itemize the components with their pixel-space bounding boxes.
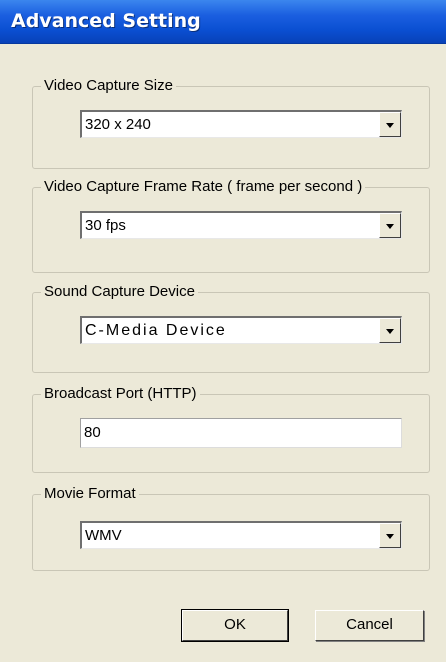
video-capture-size-select[interactable]: 320 x 240 — [80, 110, 402, 138]
sound-capture-device-dropdown-button[interactable] — [379, 318, 401, 343]
frame-rate-dropdown-button[interactable] — [379, 213, 401, 238]
movie-format-value: WMV — [85, 527, 122, 544]
video-capture-size-value: 320 x 240 — [85, 116, 151, 133]
movie-format-select[interactable]: WMV — [80, 521, 402, 549]
broadcast-port-group: Broadcast Port (HTTP) 80 — [32, 384, 430, 473]
cancel-button[interactable]: Cancel — [315, 610, 424, 641]
sound-capture-device-select[interactable]: C-Media Device — [80, 316, 402, 344]
frame-rate-group: Video Capture Frame Rate ( frame per sec… — [32, 177, 430, 273]
broadcast-port-value: 80 — [84, 424, 101, 441]
frame-rate-select[interactable]: 30 fps — [80, 211, 402, 239]
video-capture-size-dropdown-button[interactable] — [379, 112, 401, 137]
frame-rate-value: 30 fps — [85, 217, 126, 234]
ok-button[interactable]: OK — [181, 609, 289, 642]
movie-format-dropdown-button[interactable] — [379, 523, 401, 548]
chevron-down-icon — [386, 534, 394, 539]
title-bar[interactable]: Advanced Setting — [0, 0, 446, 44]
video-capture-size-group: Video Capture Size 320 x 240 — [32, 76, 430, 169]
chevron-down-icon — [386, 123, 394, 128]
window-title: Advanced Setting — [11, 10, 201, 32]
sound-capture-device-value: C-Media Device — [85, 322, 227, 339]
chevron-down-icon — [386, 224, 394, 229]
frame-rate-label: Video Capture Frame Rate ( frame per sec… — [41, 177, 366, 197]
sound-capture-device-group: Sound Capture Device C-Media Device — [32, 282, 430, 373]
chevron-down-icon — [386, 329, 394, 334]
movie-format-group: Movie Format WMV — [32, 484, 430, 571]
movie-format-label: Movie Format — [41, 484, 139, 504]
sound-capture-device-label: Sound Capture Device — [41, 282, 198, 302]
broadcast-port-input[interactable]: 80 — [80, 418, 402, 448]
advanced-setting-dialog: Advanced Setting Video Capture Size 320 … — [0, 0, 446, 662]
broadcast-port-label: Broadcast Port (HTTP) — [41, 384, 200, 404]
video-capture-size-label: Video Capture Size — [41, 76, 176, 96]
